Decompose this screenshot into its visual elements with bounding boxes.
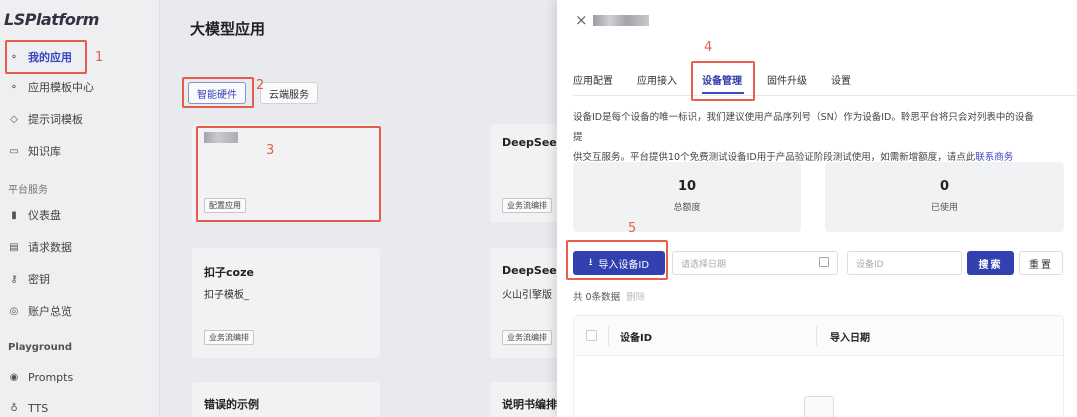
annotation-number-2: 2 — [256, 78, 265, 93]
device-id-input[interactable]: 设备ID — [847, 251, 962, 275]
cube-icon: ◇ — [10, 113, 18, 125]
sidebar-item-keys[interactable]: ⚷ 密钥 — [8, 267, 158, 291]
sidebar-item-account-overview[interactable]: ◎ 账户总览 — [8, 299, 158, 323]
stat-label: 已使用 — [930, 203, 958, 213]
tab-app-config[interactable]: 应用配置 — [573, 72, 613, 87]
delete-button[interactable]: 删除 — [626, 292, 645, 303]
calendar-icon — [819, 257, 829, 267]
device-id-description: 设备ID是每个设备的唯一标识，我们建议使用产品序列号（SN）作为设备ID。聆思平… — [573, 108, 1043, 168]
sidebar-item-request-data[interactable]: ▤ 请求数据 — [8, 235, 158, 259]
sidebar-item-dashboard[interactable]: ▮ 仪表盘 — [8, 203, 158, 227]
sidebar-item-knowledge-base[interactable]: ▭ 知识库 — [8, 139, 158, 163]
annotation-number-4: 4 — [704, 40, 713, 55]
sidebar-item-label: 提示词模板 — [28, 113, 83, 126]
description-line-1: 设备ID是每个设备的唯一标识，我们建议使用产品序列号（SN）作为设备ID。聆思平… — [573, 112, 1034, 143]
date-placeholder: 请选择日期 — [681, 259, 727, 270]
sidebar-item-prompts[interactable]: ◉ Prompts — [8, 365, 158, 389]
mic-icon: ♁ — [10, 402, 18, 414]
sidebar-item-label: 知识库 — [28, 145, 61, 158]
sidebar-item-label: TTS — [28, 401, 49, 415]
app-card[interactable]: 扣子coze 扣子模板_ 业务流编排 — [192, 248, 380, 358]
annotation-box-5 — [566, 240, 668, 280]
count-text: 共 0条数据 — [573, 292, 621, 303]
blurred-app-name — [593, 15, 649, 26]
sidebar-item-label: 应用模板中心 — [28, 81, 94, 94]
card-title: 错误的示例 — [204, 398, 259, 411]
sidebar-item-label: 密钥 — [28, 273, 50, 286]
stat-label: 总额度 — [673, 203, 701, 213]
search-button[interactable]: 搜索 — [967, 251, 1014, 275]
stat-total-quota: 10 总额度 — [573, 162, 801, 232]
tab-settings[interactable]: 设置 — [831, 72, 851, 87]
close-icon[interactable]: × — [575, 11, 588, 29]
sidebar-item-template-center[interactable]: ⚬ 应用模板中心 — [8, 75, 158, 99]
column-divider — [816, 326, 817, 346]
annotation-box-4 — [691, 61, 755, 101]
date-picker-input[interactable]: 请选择日期 — [672, 251, 838, 275]
template-icon: ⚬ — [9, 81, 19, 93]
document-icon: ▤ — [9, 241, 19, 253]
section-platform-services: 平台服务 — [8, 185, 48, 196]
app-card[interactable]: 错误的示例 — [192, 382, 380, 417]
card-chip[interactable]: 业务流编排 — [502, 330, 552, 345]
card-chip[interactable]: 业务流编排 — [502, 198, 552, 213]
tab-firmware-upgrade[interactable]: 固件升级 — [767, 72, 807, 87]
annotation-number-5: 5 — [628, 221, 637, 236]
chart-icon: ▮ — [11, 209, 17, 221]
tab-cloud-service[interactable]: 云端服务 — [260, 82, 318, 104]
sidebar-item-label: 请求数据 — [28, 241, 72, 254]
prompt-icon: ◉ — [9, 371, 19, 383]
account-icon: ◎ — [9, 305, 19, 317]
key-icon: ⚷ — [10, 273, 18, 285]
column-import-date: 导入日期 — [830, 333, 870, 344]
card-subtitle: 火山引擎版 — [502, 290, 552, 301]
annotation-box-3 — [196, 126, 381, 222]
sidebar-item-label: 仪表盘 — [28, 209, 61, 222]
select-all-checkbox[interactable] — [586, 330, 597, 341]
record-count: 共 0条数据 删除 — [573, 289, 645, 303]
stat-value: 10 — [677, 179, 697, 194]
sidebar-item-label: Prompts — [28, 370, 74, 384]
annotation-number-3: 3 — [266, 143, 275, 158]
sidebar-item-label: 账户总览 — [28, 305, 72, 318]
empty-box-icon — [804, 396, 834, 417]
tabs-divider — [573, 95, 1077, 96]
annotation-number-1: 1 — [95, 50, 104, 65]
card-title: 说明书编排 — [502, 398, 557, 411]
page-title: 大模型应用 — [190, 20, 266, 38]
column-device-id: 设备ID — [620, 333, 653, 344]
card-subtitle: 扣子模板_ — [204, 290, 249, 301]
column-divider — [608, 326, 609, 346]
app-detail-drawer: × 应用配置 应用接入 设备管理 固件升级 设置 设备ID是每个设备的唯一标识，… — [557, 0, 1077, 417]
sidebar-item-prompt-templates[interactable]: ◇ 提示词模板 — [8, 107, 158, 131]
tab-app-access[interactable]: 应用接入 — [637, 72, 677, 87]
card-title: DeepSeek — [502, 264, 565, 277]
platform-logo: LSPlatform — [4, 10, 99, 29]
sidebar-item-tts[interactable]: ♁ TTS — [8, 396, 158, 417]
table-header: 设备ID 导入日期 — [574, 316, 1063, 356]
annotation-box-2 — [182, 77, 254, 108]
annotation-box-1 — [5, 40, 87, 74]
card-title: DeepSeek — [502, 136, 565, 149]
card-title: 扣子coze — [204, 266, 254, 279]
device-table: 设备ID 导入日期 — [573, 315, 1064, 417]
section-playground: Playground — [8, 342, 73, 353]
stat-value: 0 — [939, 179, 950, 194]
book-icon: ▭ — [9, 145, 19, 157]
card-chip[interactable]: 业务流编排 — [204, 330, 254, 345]
stat-used: 0 已使用 — [825, 162, 1064, 232]
reset-button[interactable]: 重置 — [1019, 251, 1063, 275]
